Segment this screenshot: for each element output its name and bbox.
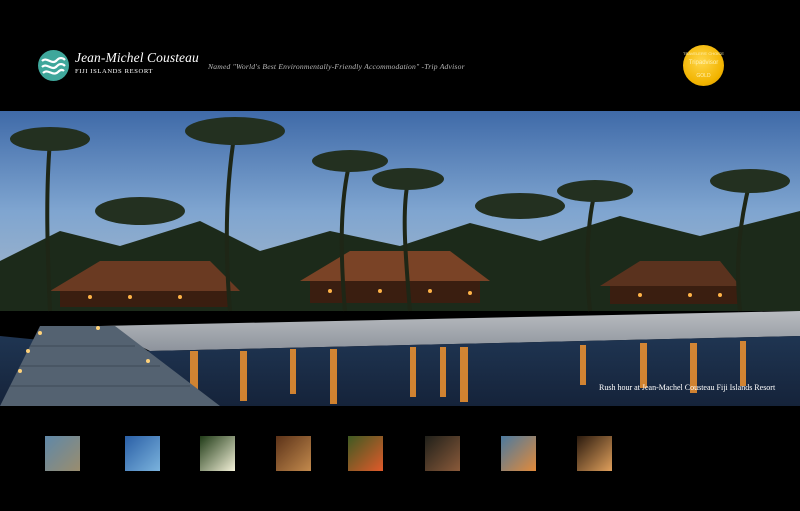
thumbnail-tropical-fruit[interactable]	[348, 436, 383, 471]
thumbnail-nautilus-shell[interactable]	[577, 436, 612, 471]
site-header: Jean-Michel Cousteau FIJI ISLANDS RESORT…	[0, 0, 800, 111]
thumbnail-strip	[0, 406, 800, 511]
resort-logo[interactable]: Jean-Michel Cousteau FIJI ISLANDS RESORT	[38, 48, 199, 84]
thumbnail-bure-interior[interactable]	[276, 436, 311, 471]
thumbnail-smiling-child[interactable]	[425, 436, 460, 471]
thumbnail-frangipani-flowers[interactable]	[200, 436, 235, 471]
thumbnail-aerial-reef[interactable]	[45, 436, 80, 471]
award-badge-bottom: GOLD	[696, 73, 711, 79]
award-badge-top: TRAVELERS' CHOICE	[683, 51, 724, 56]
thumbnail-beach-sunset[interactable]	[501, 436, 536, 471]
logo-subtitle: FIJI ISLANDS RESORT	[75, 68, 154, 75]
award-badge[interactable]: TRAVELERS' CHOICE Tripadvisor GOLD	[683, 45, 724, 86]
wave-logo-icon	[38, 50, 69, 81]
award-tagline: Named "World's Best Environmentally-Frie…	[208, 62, 465, 71]
award-badge-main: Tripadvisor	[688, 60, 719, 66]
logo-name: Jean-Michel Cousteau	[75, 50, 199, 65]
hero-image	[0, 111, 800, 406]
hero-caption: Rush hour at Jean-Machel Cousteau Fiji I…	[599, 383, 776, 392]
thumbnail-dolphin[interactable]	[125, 436, 160, 471]
